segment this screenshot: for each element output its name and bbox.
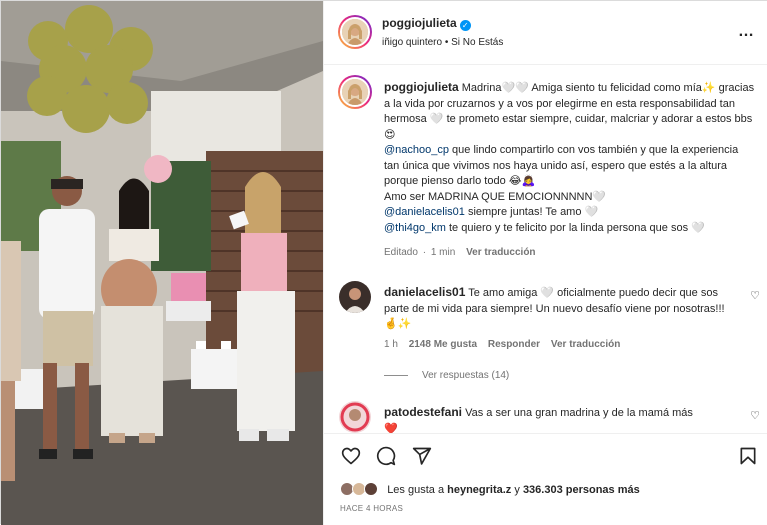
comment-meta: 1 h 2148 Me gusta Responder Ver traducci… bbox=[384, 339, 628, 350]
instagram-post-frame: poggiojulieta ✓ iñigo quintero • Si No Es… bbox=[0, 0, 767, 525]
comment-like-icon-2[interactable]: ♡ bbox=[750, 409, 760, 422]
post-actions-bar: Les gusta a heynegrita.z y 336.303 perso… bbox=[324, 433, 767, 525]
likes-user[interactable]: heynegrita.z bbox=[447, 484, 511, 496]
caption-text-3: Amo ser MADRINA QUE EMOCIONNNNN🤍 bbox=[384, 190, 607, 203]
caption-time: 1 min bbox=[430, 247, 456, 258]
author-avatar-image bbox=[342, 19, 368, 45]
comment-item: danielacelis01 Te amo amiga 🤍 oficialmen… bbox=[384, 285, 729, 333]
liker-avatar[interactable] bbox=[364, 482, 379, 496]
view-replies-label[interactable]: Ver respuestas (14) bbox=[422, 370, 509, 381]
author-avatar[interactable] bbox=[338, 15, 372, 49]
comment-likes[interactable]: 2148 Me gusta bbox=[409, 339, 477, 350]
caption-author[interactable]: poggiojulieta bbox=[384, 80, 459, 94]
comment-icon[interactable] bbox=[376, 446, 396, 466]
bookmark-icon[interactable] bbox=[738, 446, 758, 466]
audio-artist[interactable]: iñigo quintero bbox=[382, 37, 442, 48]
comment-time: 1 h bbox=[384, 339, 398, 350]
likes-summary: Les gusta a heynegrita.z y 336.303 perso… bbox=[340, 482, 640, 496]
comment-author-avatar[interactable] bbox=[339, 281, 371, 313]
comment-author-2[interactable]: patodestefani bbox=[384, 405, 462, 419]
comment-translate-link[interactable]: Ver traducción bbox=[551, 339, 620, 350]
share-icon[interactable] bbox=[412, 446, 432, 466]
comment-avatar-image-2 bbox=[339, 401, 371, 433]
caption-text-5: te quiero y te felicito por la linda per… bbox=[445, 221, 705, 234]
post-caption: poggiojulieta Madrina🤍🤍 Amiga siento tu … bbox=[384, 80, 756, 261]
comment-trailing-emoji: ❤️ bbox=[384, 422, 398, 434]
likes-middle: y bbox=[514, 484, 520, 496]
audio-attribution[interactable]: iñigo quintero • Si No Estás bbox=[382, 37, 503, 48]
audio-title[interactable]: Si No Estás bbox=[451, 37, 503, 48]
post-photo[interactable] bbox=[1, 1, 323, 525]
view-replies-button[interactable]: Ver respuestas (14) bbox=[384, 370, 509, 381]
caption-author-avatar-image bbox=[342, 79, 368, 105]
caption-edited-label: Editado bbox=[384, 247, 418, 258]
mention-thi4go[interactable]: @thi4go_km bbox=[384, 222, 446, 234]
caption-translate-link[interactable]: Ver traducción bbox=[466, 247, 535, 258]
comment-item-2: patodestefani Vas a ser una gran madrina… bbox=[384, 405, 729, 433]
mention-nachoo[interactable]: @nachoo_cp bbox=[384, 144, 449, 156]
caption-text-4: siempre juntas! Te amo 🤍 bbox=[464, 206, 599, 218]
replies-divider bbox=[384, 374, 408, 376]
party-scene-image bbox=[1, 1, 323, 525]
comment-text-2: Vas a ser una gran madrina y de la mamá … bbox=[465, 407, 693, 419]
comments-section: poggiojulieta Madrina🤍🤍 Amiga siento tu … bbox=[324, 65, 767, 433]
comment-like-icon[interactable]: ♡ bbox=[750, 289, 760, 302]
post-header: poggiojulieta ✓ iñigo quintero • Si No Es… bbox=[324, 1, 767, 65]
author-username[interactable]: poggiojulieta bbox=[382, 16, 457, 30]
mention-danielacelis[interactable]: @danielacelis01 bbox=[384, 206, 465, 218]
comment-reply-button[interactable]: Responder bbox=[488, 339, 540, 350]
likes-prefix: Les gusta a bbox=[387, 484, 445, 496]
caption-author-avatar[interactable] bbox=[338, 75, 372, 109]
post-time-ago[interactable]: HACE 4 HORAS bbox=[340, 504, 403, 513]
comment-author-avatar-2[interactable] bbox=[339, 401, 371, 433]
post-side-panel: poggiojulieta ✓ iñigo quintero • Si No Es… bbox=[323, 1, 767, 525]
likes-count[interactable]: 336.303 personas más bbox=[523, 484, 640, 496]
verified-badge-icon: ✓ bbox=[459, 20, 471, 31]
heart-icon[interactable] bbox=[341, 446, 361, 466]
audio-separator: • bbox=[444, 37, 449, 48]
comment-avatar-image bbox=[339, 281, 371, 313]
comment-author[interactable]: danielacelis01 bbox=[384, 285, 465, 299]
caption-meta-separator: · bbox=[422, 247, 427, 258]
more-options-icon[interactable]: … bbox=[738, 23, 755, 41]
